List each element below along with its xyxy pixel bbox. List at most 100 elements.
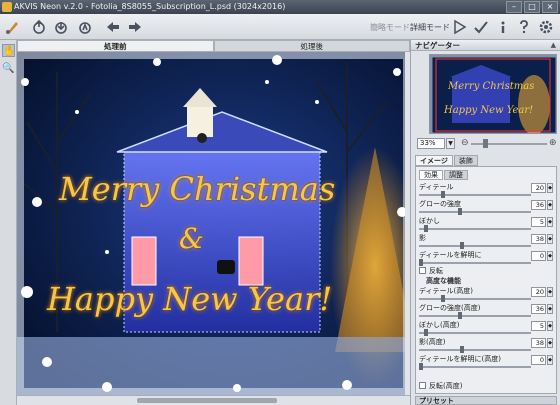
param-spinner-icon[interactable]: ◆ bbox=[547, 251, 553, 261]
save-icon[interactable] bbox=[52, 18, 70, 36]
param-label: ディテール(高度) bbox=[419, 287, 473, 295]
close-button[interactable]: × bbox=[542, 1, 558, 13]
apply-icon[interactable] bbox=[472, 18, 490, 36]
param-value-field[interactable]: 0 bbox=[531, 251, 546, 261]
param-label: グローの強度 bbox=[419, 200, 461, 208]
param-slider[interactable] bbox=[419, 315, 531, 317]
param-row: グローの強度 36 ◆ bbox=[419, 200, 553, 217]
zoom-tool-icon[interactable]: 🔍 bbox=[2, 62, 15, 75]
param-slider-knob[interactable] bbox=[424, 329, 428, 336]
navigator-header[interactable]: ナビゲーター ▲ bbox=[411, 40, 560, 51]
param-spinner-icon[interactable]: ◆ bbox=[547, 304, 553, 314]
param-label: ディテールを鮮明に bbox=[419, 251, 482, 259]
param-slider[interactable] bbox=[419, 298, 531, 300]
zoom-out-icon[interactable]: ⊖ bbox=[461, 138, 469, 149]
zoom-row: 33% ▼ ⊖ ⊕ bbox=[415, 138, 557, 150]
horizontal-scrollbar[interactable] bbox=[17, 395, 410, 405]
canvas-image bbox=[17, 52, 410, 395]
param-value-field[interactable]: 38 bbox=[531, 234, 546, 244]
settings-icon[interactable] bbox=[537, 18, 555, 36]
param-slider-knob[interactable] bbox=[458, 208, 462, 215]
param-slider-knob[interactable] bbox=[419, 259, 423, 266]
undo-icon[interactable] bbox=[104, 18, 122, 36]
param-slider[interactable] bbox=[419, 228, 531, 230]
param-slider[interactable] bbox=[419, 332, 531, 334]
tab-after[interactable]: 処理後 bbox=[213, 40, 410, 52]
express-mode-button[interactable]: 簡略モード bbox=[370, 22, 410, 33]
param-slider[interactable] bbox=[419, 349, 531, 351]
param-value-field[interactable]: 20 bbox=[531, 183, 546, 193]
param-value-field[interactable]: 5 bbox=[531, 217, 546, 227]
param-slider[interactable] bbox=[419, 245, 531, 247]
param-value-field[interactable]: 36 bbox=[531, 304, 546, 314]
invert-checkbox[interactable] bbox=[419, 267, 426, 274]
tab-decoration[interactable]: 装飾 bbox=[453, 155, 478, 166]
param-spinner-icon[interactable]: ◆ bbox=[547, 217, 553, 227]
presets-header[interactable]: プリセット bbox=[415, 396, 557, 405]
brush-logo-icon[interactable] bbox=[4, 18, 22, 36]
param-value-field[interactable]: 36 bbox=[531, 200, 546, 210]
scroll-thumb[interactable] bbox=[137, 398, 277, 403]
greeting-line-2: & bbox=[179, 222, 204, 255]
preview-line-1: Merry Christmas bbox=[448, 81, 535, 92]
param-spinner-icon[interactable]: ◆ bbox=[547, 355, 553, 365]
maximize-button[interactable]: □ bbox=[524, 1, 540, 13]
param-row: ディテールを鮮明に(高度) 0 ◆ bbox=[419, 355, 553, 372]
invert-advanced-checkbox[interactable] bbox=[419, 382, 426, 389]
param-slider-knob[interactable] bbox=[424, 225, 428, 232]
app-logo-icon bbox=[2, 2, 12, 12]
param-value-field[interactable]: 0 bbox=[531, 355, 546, 365]
run-icon[interactable] bbox=[450, 18, 468, 36]
param-value-field[interactable]: 38 bbox=[531, 338, 546, 348]
minimize-button[interactable]: – bbox=[506, 1, 522, 13]
zoom-dropdown-icon[interactable]: ▼ bbox=[446, 138, 455, 149]
param-row: グローの強度(高度) 36 ◆ bbox=[419, 304, 553, 321]
param-slider[interactable] bbox=[419, 211, 531, 213]
hand-tool-icon[interactable]: ✋ bbox=[2, 44, 15, 57]
greeting-line-3: Happy New Year! bbox=[47, 280, 333, 318]
collapse-icon[interactable]: ▲ bbox=[551, 40, 556, 51]
subtab-effect[interactable]: 効果 bbox=[419, 170, 443, 180]
zoom-in-icon[interactable]: ⊕ bbox=[549, 138, 557, 149]
navigator-preview[interactable]: Merry Christmas Happy New Year! bbox=[429, 54, 557, 134]
upload-icon[interactable] bbox=[76, 18, 94, 36]
param-value-field[interactable]: 5 bbox=[531, 321, 546, 331]
zoom-slider-knob[interactable] bbox=[483, 139, 488, 148]
param-slider-knob[interactable] bbox=[419, 363, 423, 370]
param-spinner-icon[interactable]: ◆ bbox=[547, 321, 553, 331]
open-icon[interactable] bbox=[30, 18, 48, 36]
subtab-adjust[interactable]: 調整 bbox=[444, 170, 468, 180]
param-value-field[interactable]: 20 bbox=[531, 287, 546, 297]
param-slider-knob[interactable] bbox=[458, 312, 462, 319]
param-slider-knob[interactable] bbox=[460, 346, 464, 353]
param-slider-knob[interactable] bbox=[460, 242, 464, 249]
redo-icon[interactable] bbox=[126, 18, 144, 36]
invert-checkbox-row[interactable]: 反転 bbox=[419, 267, 443, 276]
param-spinner-icon[interactable]: ◆ bbox=[547, 287, 553, 297]
param-slider[interactable] bbox=[419, 366, 531, 368]
param-slider-knob[interactable] bbox=[441, 191, 445, 198]
advanced-mode-button[interactable]: 詳細モード bbox=[410, 22, 450, 33]
param-spinner-icon[interactable]: ◆ bbox=[547, 234, 553, 244]
help-icon[interactable] bbox=[515, 18, 533, 36]
param-spinner-icon[interactable]: ◆ bbox=[547, 183, 553, 193]
zoom-field[interactable]: 33% bbox=[417, 138, 445, 149]
left-toolbar: ✋ 🔍 bbox=[0, 40, 17, 405]
invert-advanced-label: 反転(高度) bbox=[429, 382, 463, 390]
param-slider[interactable] bbox=[419, 194, 531, 196]
info-icon[interactable] bbox=[494, 18, 512, 36]
param-spinner-icon[interactable]: ◆ bbox=[547, 200, 553, 210]
invert-advanced-checkbox-row[interactable]: 反転(高度) bbox=[419, 382, 462, 391]
param-label: グローの強度(高度) bbox=[419, 304, 481, 312]
param-spinner-icon[interactable]: ◆ bbox=[547, 338, 553, 348]
canvas-tabs: 処理前 処理後 bbox=[17, 40, 410, 52]
image-canvas[interactable]: Merry Christmas & Happy New Year! bbox=[17, 52, 410, 395]
param-slider-knob[interactable] bbox=[441, 295, 445, 302]
preview-line-2: Happy New Year! bbox=[444, 105, 534, 116]
param-slider[interactable] bbox=[419, 262, 531, 264]
tab-image[interactable]: イメージ bbox=[415, 155, 453, 166]
tab-before[interactable]: 処理前 bbox=[17, 40, 214, 52]
param-row: ディテール 20 ◆ bbox=[419, 183, 553, 200]
param-row: ぼかし 5 ◆ bbox=[419, 217, 553, 234]
param-label: ディテールを鮮明に(高度) bbox=[419, 355, 501, 363]
